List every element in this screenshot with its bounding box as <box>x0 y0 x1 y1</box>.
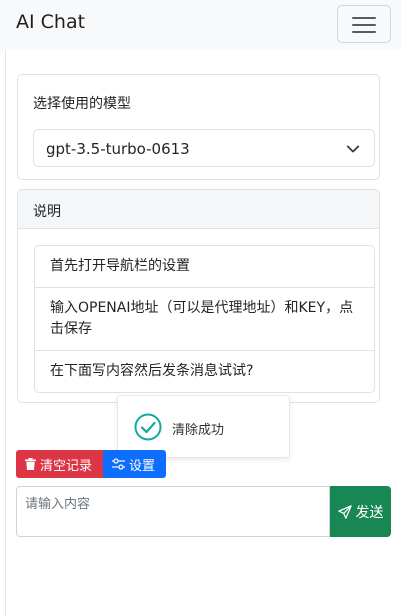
message-input-wrapper <box>16 486 330 537</box>
brand-title[interactable]: AI Chat <box>16 11 85 33</box>
clear-history-label: 清空记录 <box>40 458 93 474</box>
model-card: 选择使用的模型 gpt-3.5-turbo-0613 <box>17 74 380 180</box>
list-item: 在下面写内容然后发条消息试试? <box>50 363 254 379</box>
sliders-icon <box>112 458 125 470</box>
message-input[interactable] <box>17 487 329 536</box>
model-select-value: gpt-3.5-turbo-0613 <box>46 140 190 158</box>
model-select[interactable]: gpt-3.5-turbo-0613 <box>33 129 375 167</box>
list-item: 输入OPENAI地址（可以是代理地址）和KEY，点击保存 <box>35 288 374 351</box>
send-button[interactable]: 发送 <box>330 486 391 537</box>
info-list: 首先打开导航栏的设置 输入OPENAI地址（可以是代理地址）和KEY，点击保存 … <box>34 245 375 393</box>
settings-button[interactable]: 设置 <box>103 450 166 478</box>
info-card: 说明 首先打开导航栏的设置 输入OPENAI地址（可以是代理地址）和KEY，点击… <box>17 189 380 403</box>
trash-icon <box>25 458 36 470</box>
hamburger-icon-bar <box>352 24 376 26</box>
send-label: 发送 <box>355 504 384 521</box>
model-label: 选择使用的模型 <box>33 96 131 112</box>
check-circle-icon <box>134 413 162 441</box>
list-item: 首先打开导航栏的设置 <box>35 246 374 288</box>
info-header-title: 说明 <box>33 204 61 220</box>
navbar-toggler-button[interactable] <box>337 5 391 43</box>
toast-notification: 清除成功 <box>117 395 290 458</box>
paper-plane-icon <box>337 504 352 519</box>
settings-label: 设置 <box>129 458 156 474</box>
hamburger-icon <box>352 17 376 19</box>
info-header: 说明 <box>18 190 379 229</box>
navbar: AI Chat <box>0 0 401 50</box>
toast-message: 清除成功 <box>172 423 225 438</box>
chevron-down-icon <box>346 145 360 153</box>
clear-history-button[interactable]: 清空记录 <box>16 450 103 478</box>
hamburger-icon-bar <box>352 31 376 33</box>
